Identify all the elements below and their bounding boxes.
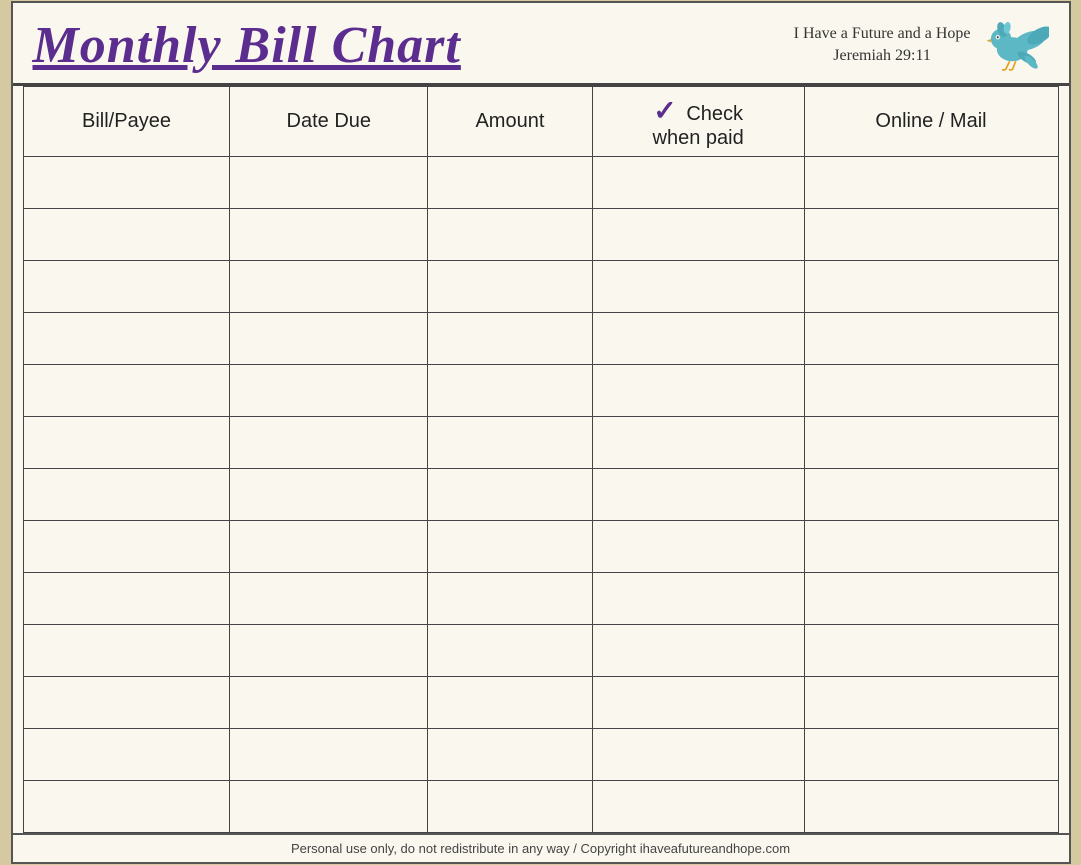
- col-bill-payee: Bill/Payee: [23, 87, 230, 157]
- table-header-row: Bill/Payee Date Due Amount ✓ Checkwhen p…: [23, 87, 1058, 157]
- table-row: [23, 209, 1058, 261]
- bill-chart-table: Bill/Payee Date Due Amount ✓ Checkwhen p…: [23, 86, 1059, 833]
- table-cell: [804, 625, 1058, 677]
- table-row: [23, 313, 1058, 365]
- table-cell: [428, 157, 593, 209]
- table-cell: [230, 677, 428, 729]
- table-row: [23, 261, 1058, 313]
- table-cell: [230, 261, 428, 313]
- table-cell: [230, 625, 428, 677]
- table-cell: [592, 417, 804, 469]
- table-cell: [23, 781, 230, 833]
- table-cell: [428, 365, 593, 417]
- table-cell: [23, 677, 230, 729]
- table-cell: [804, 521, 1058, 573]
- table-cell: [592, 625, 804, 677]
- table-cell: [230, 417, 428, 469]
- table-cell: [230, 313, 428, 365]
- table-cell: [230, 573, 428, 625]
- table-cell: [23, 729, 230, 781]
- table-row: [23, 417, 1058, 469]
- col-online-mail: Online / Mail: [804, 87, 1058, 157]
- table-cell: [230, 469, 428, 521]
- table-cell: [23, 469, 230, 521]
- table-cell: [428, 781, 593, 833]
- table-cell: [428, 573, 593, 625]
- table-cell: [230, 781, 428, 833]
- header-tagline-block: I Have a Future and a Hope Jeremiah 29:1…: [794, 25, 971, 65]
- col-date-due: Date Due: [230, 87, 428, 157]
- table-cell: [23, 521, 230, 573]
- table-cell: [592, 209, 804, 261]
- table-cell: [428, 677, 593, 729]
- table-cell: [592, 157, 804, 209]
- table-cell: [428, 417, 593, 469]
- table-cell: [428, 625, 593, 677]
- table-cell: [804, 469, 1058, 521]
- col-amount: Amount: [428, 87, 593, 157]
- table-cell: [230, 157, 428, 209]
- table-cell: [230, 521, 428, 573]
- header: Monthly Bill Chart I Have a Future and a…: [13, 3, 1069, 86]
- tagline-line2: Jeremiah 29:11: [833, 47, 931, 65]
- table-cell: [230, 365, 428, 417]
- table-cell: [23, 157, 230, 209]
- table-cell: [428, 729, 593, 781]
- table-cell: [23, 417, 230, 469]
- table-cell: [428, 209, 593, 261]
- table-row: [23, 365, 1058, 417]
- footer-text: Personal use only, do not redistribute i…: [291, 841, 790, 856]
- table-cell: [804, 209, 1058, 261]
- table-row: [23, 573, 1058, 625]
- table-cell: [23, 209, 230, 261]
- table-cell: [804, 417, 1058, 469]
- table-cell: [592, 261, 804, 313]
- footer: Personal use only, do not redistribute i…: [13, 833, 1069, 862]
- table-cell: [23, 573, 230, 625]
- table-row: [23, 521, 1058, 573]
- tagline-line1: I Have a Future and a Hope: [794, 25, 971, 43]
- table-cell: [592, 313, 804, 365]
- table-cell: [804, 781, 1058, 833]
- table-cell: [592, 469, 804, 521]
- table-cell: [804, 157, 1058, 209]
- col-check-when-paid: ✓ Checkwhen paid: [592, 87, 804, 157]
- table-cell: [23, 625, 230, 677]
- table-cell: [592, 521, 804, 573]
- table-cell: [804, 365, 1058, 417]
- table-container: Bill/Payee Date Due Amount ✓ Checkwhen p…: [13, 86, 1069, 833]
- table-cell: [428, 313, 593, 365]
- table-cell: [23, 365, 230, 417]
- table-cell: [23, 313, 230, 365]
- checkmark-icon: ✓: [653, 95, 676, 126]
- table-cell: [592, 729, 804, 781]
- table-row: [23, 677, 1058, 729]
- table-cell: [804, 573, 1058, 625]
- table-row: [23, 469, 1058, 521]
- header-right: I Have a Future and a Hope Jeremiah 29:1…: [794, 15, 1049, 75]
- table-cell: [428, 261, 593, 313]
- table-row: [23, 729, 1058, 781]
- table-cell: [428, 521, 593, 573]
- table-cell: [804, 729, 1058, 781]
- table-row: [23, 157, 1058, 209]
- table-cell: [804, 677, 1058, 729]
- table-cell: [428, 469, 593, 521]
- table-cell: [230, 209, 428, 261]
- table-cell: [23, 261, 230, 313]
- bird-icon: [979, 15, 1049, 75]
- page: Monthly Bill Chart I Have a Future and a…: [11, 1, 1071, 864]
- table-cell: [804, 261, 1058, 313]
- table-cell: [592, 781, 804, 833]
- table-cell: [592, 573, 804, 625]
- table-row: [23, 625, 1058, 677]
- table-cell: [592, 677, 804, 729]
- table-cell: [592, 365, 804, 417]
- table-cell: [804, 313, 1058, 365]
- table-body: [23, 157, 1058, 833]
- table-row: [23, 781, 1058, 833]
- page-title: Monthly Bill Chart: [33, 16, 461, 75]
- table-cell: [230, 729, 428, 781]
